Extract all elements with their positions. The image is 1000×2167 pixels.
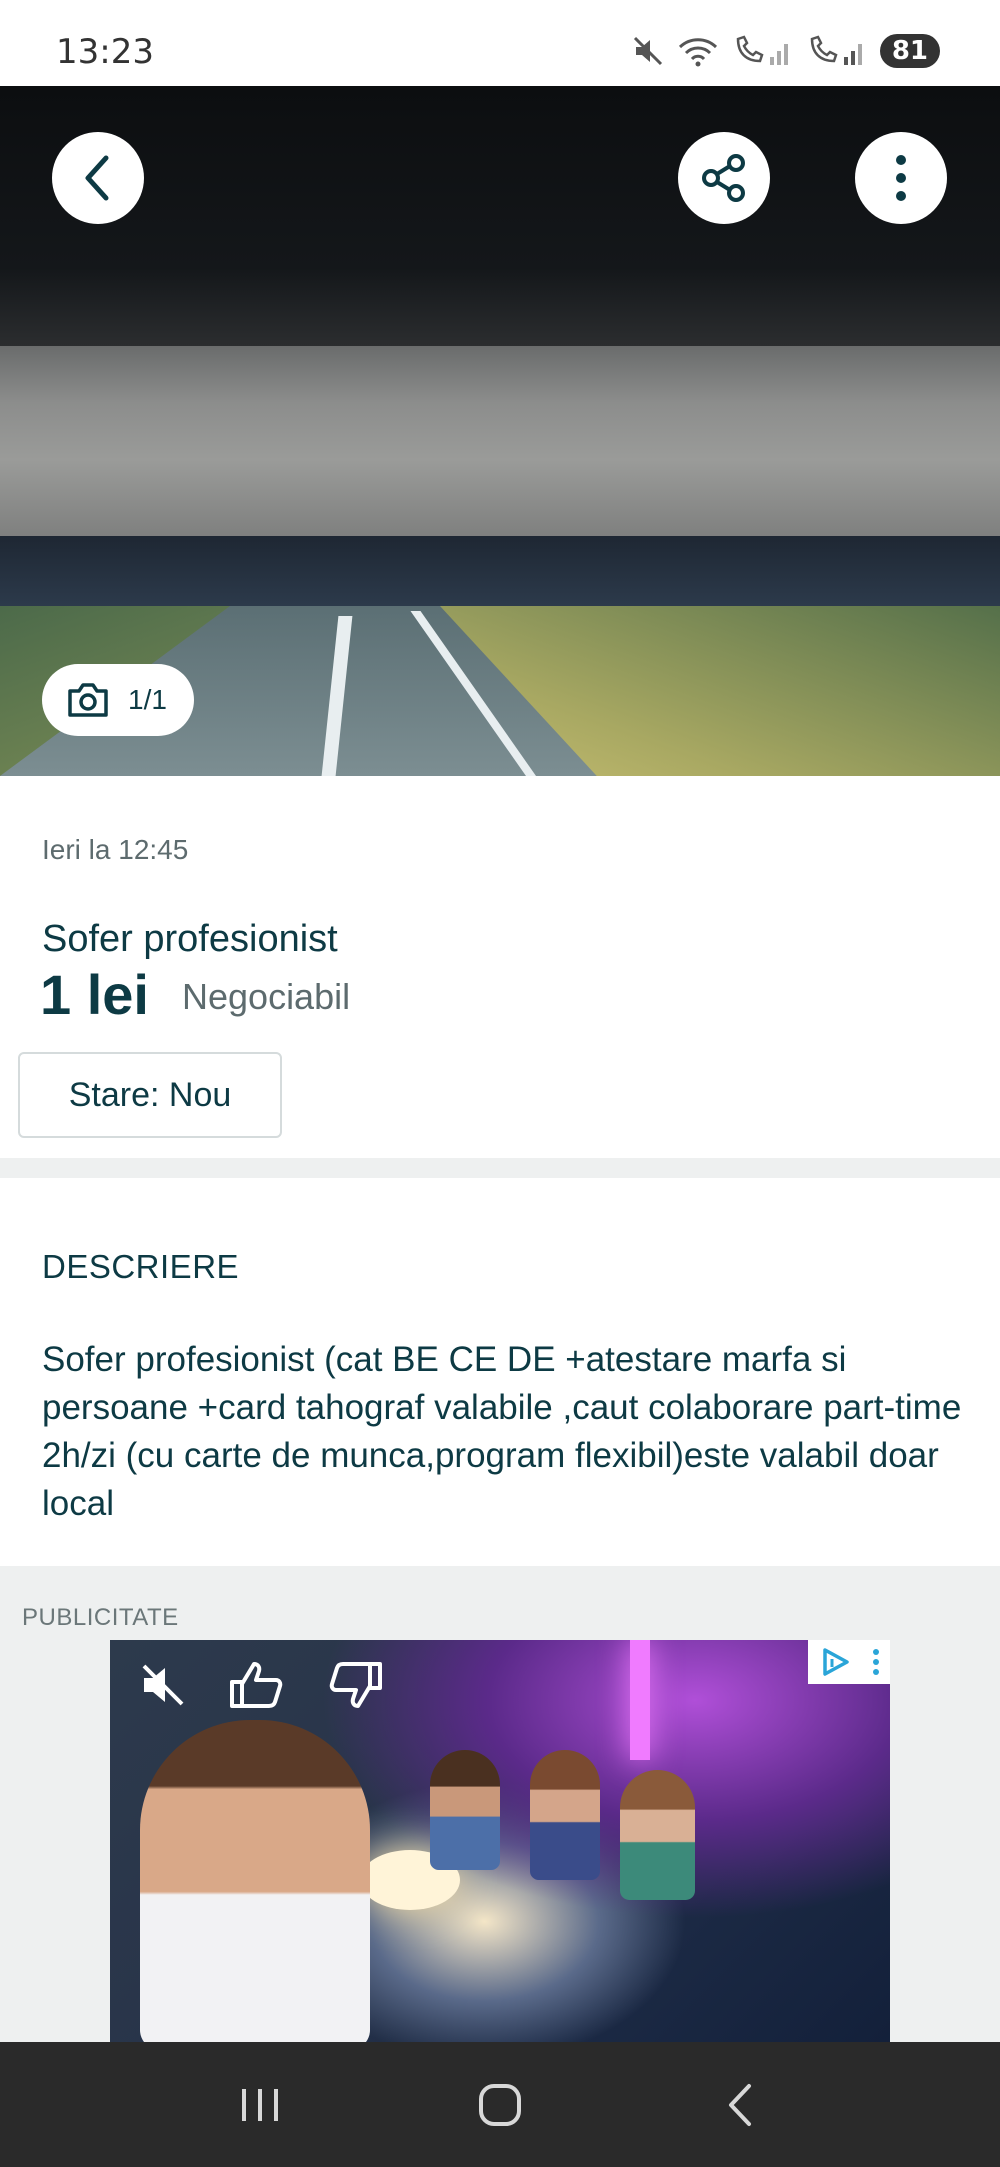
more-vertical-icon — [872, 1649, 879, 1675]
nav-back-button[interactable] — [690, 2065, 790, 2145]
section-divider — [0, 1158, 1000, 1178]
home-button[interactable] — [450, 2065, 550, 2145]
description-text: Sofer profesionist (cat BE CE DE +atesta… — [42, 1340, 962, 1523]
listing-price: 1 lei — [40, 963, 149, 1026]
ad-person-foreground — [140, 1720, 370, 2042]
ad-neon-light — [630, 1640, 650, 1760]
back-button[interactable] — [52, 132, 144, 224]
camera-icon — [68, 683, 108, 717]
recent-apps-icon — [242, 2088, 278, 2121]
ad-label: PUBLICITATE — [22, 1604, 179, 1631]
ad-controls — [138, 1660, 384, 1710]
battery-indicator: 81 — [879, 34, 940, 68]
more-options-button[interactable] — [855, 132, 947, 224]
photo-counter[interactable]: 1/1 — [42, 664, 194, 736]
status-icons: 81 — [632, 34, 940, 68]
status-bar: 13:23 81 — [0, 0, 1000, 86]
volume-muted-icon[interactable] — [138, 1660, 188, 1710]
share-button[interactable] — [678, 132, 770, 224]
negotiable-label: Negociabil — [182, 976, 351, 1017]
ad-person — [430, 1750, 500, 1870]
call-signal-1-icon — [736, 35, 788, 65]
photo-visor — [0, 346, 1000, 536]
thumbs-up-icon[interactable] — [228, 1660, 286, 1710]
call-signal-2-icon — [810, 35, 862, 65]
chevron-left-icon — [85, 155, 109, 201]
posted-date: Ieri la 12:45 — [42, 834, 189, 865]
listing-title: Sofer profesionist — [42, 918, 338, 960]
ad-person — [530, 1750, 600, 1880]
ad-choices-icon — [822, 1648, 849, 1676]
system-nav-bar — [0, 2042, 1000, 2167]
more-vertical-icon — [896, 155, 906, 201]
recent-apps-button[interactable] — [210, 2065, 310, 2145]
back-icon — [729, 2083, 751, 2126]
condition-chip: Stare: Nou — [18, 1052, 282, 1138]
home-icon — [479, 2083, 521, 2126]
photo-windshield-edge — [0, 536, 1000, 606]
description-heading: DESCRIERE — [42, 1248, 240, 1285]
ad-video[interactable] — [110, 1640, 890, 2042]
ad-person — [620, 1770, 695, 1900]
share-icon — [702, 154, 745, 202]
thumbs-down-icon[interactable] — [326, 1660, 384, 1710]
wifi-icon — [678, 38, 717, 67]
photo-counter-text: 1/1 — [128, 684, 167, 715]
photo-dashboard — [0, 86, 1000, 346]
ad-choices-badge[interactable] — [808, 1640, 890, 1684]
mute-status-icon — [633, 36, 662, 66]
status-time: 13:23 — [56, 32, 154, 72]
